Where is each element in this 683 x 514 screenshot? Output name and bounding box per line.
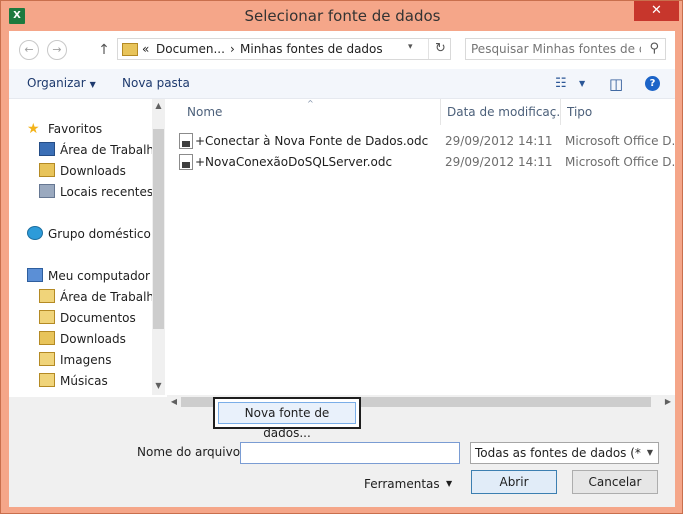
column-header-name[interactable]: Nome <box>187 99 437 125</box>
search-box[interactable]: ⚲ <box>465 38 666 60</box>
column-divider[interactable] <box>560 99 561 125</box>
new-folder-button[interactable]: Nova pasta <box>122 76 190 90</box>
file-list: ^ Nome Data de modificaç... Tipo +Conect… <box>167 99 675 395</box>
nav-pc-music[interactable]: Músicas <box>39 373 108 393</box>
nav-fav-recent[interactable]: Locais recentes <box>39 184 153 204</box>
dialog-client: ← → ↑ « Documen... › Minhas fontes de da… <box>9 31 675 507</box>
navigation-pane: ★ Favoritos Área de Trabalho Downloads Lo… <box>9 99 165 395</box>
preview-pane-icon[interactable]: ◫ <box>609 75 623 93</box>
file-type: Microsoft Office D... <box>565 155 675 169</box>
downloads-folder-icon <box>39 331 55 345</box>
cancel-button[interactable]: Cancelar <box>572 470 658 494</box>
file-name: +Conectar à Nova Fonte de Dados.odc <box>195 134 429 148</box>
new-data-source-button-frame[interactable]: Nova fonte de dados... <box>213 397 361 440</box>
breadcrumb-separator[interactable]: › <box>230 42 235 56</box>
nav-fav-desktop[interactable]: Área de Trabalho <box>39 142 161 162</box>
computer-icon <box>27 268 43 282</box>
file-row[interactable]: +NovaConexãoDoSQLServer.odc 29/09/2012 1… <box>179 152 675 173</box>
odc-file-icon <box>179 154 193 170</box>
nav-homegroup[interactable]: Grupo doméstico <box>27 226 151 246</box>
odc-file-icon <box>179 133 193 149</box>
view-options-icon[interactable]: ☷ <box>555 75 567 93</box>
scroll-up-icon[interactable]: ▲ <box>152 99 165 113</box>
new-data-source-button[interactable]: Nova fonte de dados... <box>218 402 356 440</box>
nav-pc-pictures[interactable]: Imagens <box>39 352 111 372</box>
scroll-down-icon[interactable]: ▼ <box>152 379 165 393</box>
filename-label: Nome do arquivo: <box>137 445 245 459</box>
back-button[interactable]: ← <box>19 40 39 60</box>
command-bar: Organizar ▼ Nova pasta ☷ ▼ ◫ ? <box>9 69 675 99</box>
tools-button[interactable]: Ferramentas ▼ <box>364 474 464 494</box>
nav-pc-desktop[interactable]: Área de Trabalho <box>39 289 161 309</box>
nav-computer[interactable]: Meu computador <box>27 268 150 288</box>
organize-arrow-icon: ▼ <box>89 80 96 89</box>
column-header-date[interactable]: Data de modificaç... <box>447 99 559 125</box>
tools-label: Ferramentas <box>364 477 440 491</box>
file-type: Microsoft Office D... <box>565 134 675 148</box>
tools-arrow-icon: ▼ <box>446 479 453 488</box>
nav-pc-documents[interactable]: Documentos <box>39 310 136 330</box>
address-bar[interactable]: « Documen... › Minhas fontes de dados ▾ … <box>117 38 451 60</box>
address-dropdown-icon[interactable]: ▾ <box>408 42 413 52</box>
nav-favorites[interactable]: ★ Favoritos <box>27 121 102 141</box>
dialog-title: Selecionar fonte de dados <box>244 7 441 25</box>
organize-button[interactable]: Organizar ▼ <box>27 76 96 90</box>
star-icon: ★ <box>27 121 40 137</box>
open-button[interactable]: Abrir <box>471 470 557 494</box>
scroll-left-icon[interactable]: ◀ <box>167 395 181 409</box>
chevron-down-icon[interactable]: ▼ <box>642 443 658 463</box>
file-type-filter-value: Todas as fontes de dados (*.odc <box>475 446 659 460</box>
file-date: 29/09/2012 14:11 <box>445 134 553 148</box>
documents-folder-icon <box>39 310 55 324</box>
scroll-right-icon[interactable]: ▶ <box>661 395 675 409</box>
organize-label: Organizar <box>27 76 86 90</box>
up-button[interactable]: ↑ <box>97 40 111 60</box>
address-row: ← → ↑ « Documen... › Minhas fontes de da… <box>9 31 675 69</box>
homegroup-icon <box>27 226 43 240</box>
pictures-folder-icon <box>39 352 55 366</box>
view-dropdown-icon[interactable]: ▼ <box>579 75 585 93</box>
close-button[interactable]: ✕ <box>634 1 679 21</box>
file-row[interactable]: +Conectar à Nova Fonte de Dados.odc 29/0… <box>179 131 675 152</box>
column-header-type[interactable]: Tipo <box>567 99 667 125</box>
breadcrumb-overflow[interactable]: « <box>142 42 149 56</box>
recent-places-icon <box>39 184 55 198</box>
file-name: +NovaConexãoDoSQLServer.odc <box>195 155 393 169</box>
title-bar: X Selecionar fonte de dados ✕ <box>1 1 683 31</box>
desktop-icon <box>39 142 55 156</box>
music-folder-icon <box>39 373 55 387</box>
forward-button[interactable]: → <box>47 40 67 60</box>
nav-pc-downloads[interactable]: Downloads <box>39 331 126 351</box>
nav-fav-downloads[interactable]: Downloads <box>39 163 126 183</box>
help-icon[interactable]: ? <box>645 76 660 91</box>
nav-scroll-thumb[interactable] <box>153 129 164 329</box>
nav-scrollbar[interactable]: ▲ ▼ <box>152 99 165 395</box>
dialog-window: X Selecionar fonte de dados ✕ ← → ↑ « Do… <box>0 0 683 514</box>
search-input[interactable] <box>471 41 641 57</box>
breadcrumb-documents[interactable]: Documen... <box>156 42 225 56</box>
file-type-filter-select[interactable]: Todas as fontes de dados (*.odc ▼ <box>470 442 659 464</box>
column-divider[interactable] <box>440 99 441 125</box>
file-date: 29/09/2012 14:11 <box>445 155 553 169</box>
folder-icon <box>122 43 138 56</box>
breadcrumb-data-sources[interactable]: Minhas fontes de dados <box>240 42 383 56</box>
search-icon[interactable]: ⚲ <box>649 41 659 56</box>
filename-input[interactable] <box>240 442 460 464</box>
refresh-button[interactable]: ↻ <box>428 39 452 59</box>
desktop-folder-icon <box>39 289 55 303</box>
downloads-icon <box>39 163 55 177</box>
